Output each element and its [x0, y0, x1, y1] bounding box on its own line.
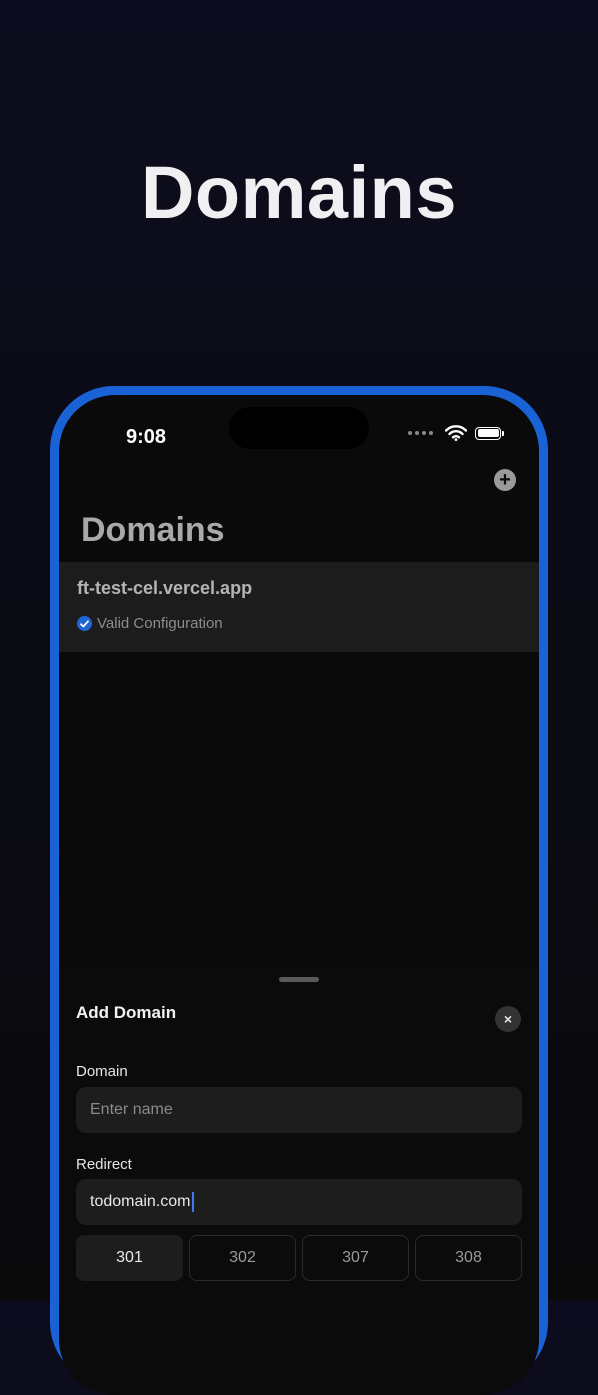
- page-title: Domains: [81, 511, 225, 549]
- battery-icon: [475, 426, 504, 440]
- status-time: 9:08: [126, 426, 167, 448]
- sheet-grabber-handle[interactable]: [279, 977, 319, 982]
- cellular-signal-icon: [408, 431, 433, 435]
- status-label: Valid Configuration: [97, 615, 223, 632]
- text-caret: [191, 1192, 194, 1212]
- redirect-input-value: todomain.com: [90, 1193, 191, 1210]
- close-icon: ×: [503, 1011, 513, 1027]
- phone-screen: 9:08 + Domains ft-test-cel.vercel.app Va…: [59, 395, 539, 1395]
- redirect-input[interactable]: todomain.com: [76, 1179, 522, 1225]
- add-domain-sheet: Add Domain × Domain Enter name Redirect …: [59, 963, 539, 1395]
- plus-circle-icon: +: [499, 469, 511, 491]
- redirect-code-option-302[interactable]: 302: [189, 1235, 296, 1281]
- domain-status: Valid Configuration: [77, 615, 223, 632]
- hero-title: Domains: [140, 151, 457, 234]
- domain-field-label: Domain: [76, 1063, 128, 1080]
- close-sheet-button[interactable]: ×: [495, 1006, 521, 1032]
- wifi-icon: [445, 425, 467, 441]
- redirect-code-option-308[interactable]: 308: [415, 1235, 522, 1281]
- domain-name: ft-test-cel.vercel.app: [77, 578, 253, 598]
- redirect-code-option-307[interactable]: 307: [302, 1235, 409, 1281]
- add-domain-button[interactable]: +: [494, 469, 516, 491]
- domain-list-item[interactable]: ft-test-cel.vercel.app Valid Configurati…: [59, 562, 539, 652]
- redirect-code-segmented-control: 301 302 307 308: [76, 1235, 522, 1281]
- redirect-field-label: Redirect: [76, 1156, 132, 1173]
- domain-input[interactable]: Enter name: [76, 1087, 522, 1133]
- phone-frame: 9:08 + Domains ft-test-cel.vercel.app Va…: [50, 386, 548, 1395]
- domain-input-placeholder: Enter name: [90, 1101, 173, 1118]
- checkmark-circle-icon: [77, 616, 92, 631]
- status-icons: [408, 425, 504, 441]
- sheet-title: Add Domain: [76, 1003, 177, 1022]
- dynamic-island: [229, 407, 369, 449]
- redirect-code-option-301[interactable]: 301: [76, 1235, 183, 1281]
